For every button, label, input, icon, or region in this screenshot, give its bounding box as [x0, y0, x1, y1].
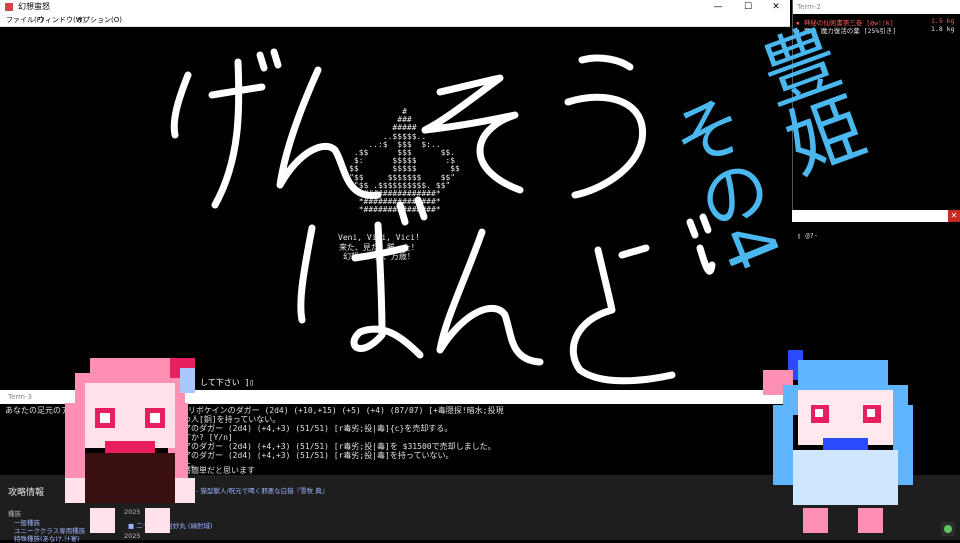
close-button[interactable]: ✕	[948, 210, 960, 222]
victory-line: 幻想の少女、万歳！	[342, 252, 415, 261]
breadcrumb[interactable]: - 猫型獣人/呪元で喝く邪悪な白猫『雪牧 典』	[196, 485, 328, 495]
menu-options[interactable]: オプション(O)	[76, 15, 122, 25]
main-window-titlebar: 幻想蛮怒 — ☐ ✕	[0, 0, 790, 14]
status-icon[interactable]	[941, 522, 955, 536]
menubar: ファイル(F) ウィンドウ(W) オプション(O)	[0, 14, 790, 27]
window-title: 幻想蛮怒	[18, 2, 50, 11]
victory-message: Veni, Vidi, Vici! 来た、見た、勝った！ 幻想の少女、万歳！	[338, 233, 420, 262]
terminal-prompt: して下さい ]▯	[200, 378, 255, 387]
app-icon	[5, 3, 13, 11]
item-weight: 1.8 kg	[931, 25, 955, 33]
term2-title: Term-2	[793, 0, 960, 14]
blue-character-sprite	[763, 350, 913, 533]
victory-line: Veni, Vidi, Vici!	[338, 233, 420, 242]
close-button[interactable]: ✕	[762, 0, 790, 14]
message-line: リアのダガー (2d4) (+4,+3) (51/51) [r毒劣;投|毒]を持…	[175, 451, 454, 460]
crown-ascii-art: # ### ##### ..$$$$$.. ..:$ $$$ $:.. .$$ …	[349, 107, 460, 215]
victory-line: 来た、見た、勝った！	[338, 242, 419, 252]
panel-heading: 攻略情報	[8, 488, 45, 498]
term2-prompt: ▯ @?-	[797, 232, 819, 240]
maximize-button[interactable]: ☐	[734, 0, 762, 14]
pink-character-sprite	[65, 358, 195, 533]
item-weight: 1.5 kg	[931, 17, 955, 25]
subwindow-titlebar	[792, 210, 960, 222]
minimize-button[interactable]: —	[704, 0, 732, 14]
